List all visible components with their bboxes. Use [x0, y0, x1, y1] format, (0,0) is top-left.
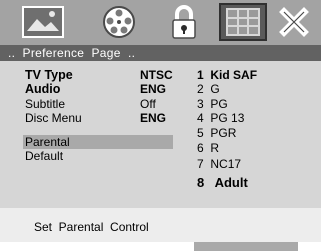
setting-value-audio: ENG — [140, 82, 167, 96]
option-label: R — [210, 141, 220, 155]
setting-label-audio[interactable]: Audio — [25, 82, 60, 96]
page-header: .. Preference Page .. — [0, 45, 321, 61]
option-number: 6 — [197, 141, 204, 155]
setting-value-disc-menu: ENG — [140, 111, 167, 125]
setting-label-disc-menu[interactable]: Disc Menu — [25, 111, 82, 125]
option-number: 8 — [197, 175, 205, 190]
parental-option[interactable]: 4 PG 13 — [197, 111, 244, 125]
option-number: 5 — [197, 126, 204, 140]
parental-option[interactable]: 7 NC17 — [197, 157, 241, 171]
grid-icon[interactable] — [219, 3, 267, 41]
option-number: 3 — [197, 97, 204, 111]
option-number: 4 — [197, 111, 204, 125]
settings-panel: TV Type NTSC Audio ENG Subtitle Off Disc… — [0, 61, 321, 251]
dvd-setup-menu: .. Preference Page .. TV Type NTSC Audio… — [0, 0, 321, 251]
parental-option[interactable]: 5 PGR — [197, 126, 236, 140]
setting-label-subtitle[interactable]: Subtitle — [25, 97, 65, 111]
option-number: 1 — [197, 68, 204, 82]
picture-icon[interactable] — [20, 3, 66, 41]
option-label: PG 13 — [210, 111, 245, 125]
option-label: G — [210, 82, 220, 96]
option-label: Kid SAF — [210, 68, 258, 82]
parental-option[interactable]: 6 R — [197, 141, 219, 155]
film-reel-icon[interactable] — [96, 3, 142, 41]
option-label: PGR — [210, 126, 237, 140]
page-title: .. Preference Page .. — [8, 46, 136, 60]
status-hint: Set Parental Control — [34, 220, 149, 234]
parental-option-selected[interactable]: 8 Adult — [197, 176, 248, 190]
parental-option[interactable]: 3 PG — [197, 97, 228, 111]
setting-value-subtitle: Off — [140, 97, 156, 111]
option-label: PG — [210, 97, 228, 111]
status-bar: Set Parental Control — [0, 208, 321, 242]
parental-option[interactable]: 2 G — [197, 82, 220, 96]
lock-icon[interactable] — [166, 3, 202, 41]
option-number: 7 — [197, 157, 204, 171]
option-label: NC17 — [210, 157, 242, 171]
option-number: 2 — [197, 82, 204, 96]
option-label: Adult — [214, 175, 248, 190]
close-x-icon[interactable] — [276, 3, 312, 41]
icon-bar — [0, 0, 321, 45]
setting-label-tv-type[interactable]: TV Type — [25, 68, 73, 82]
setting-label-parental[interactable]: Parental — [25, 135, 70, 149]
setting-label-default[interactable]: Default — [25, 149, 63, 163]
setting-value-tv-type: NTSC — [140, 68, 173, 82]
parental-option[interactable]: 1 Kid SAF — [197, 68, 257, 82]
